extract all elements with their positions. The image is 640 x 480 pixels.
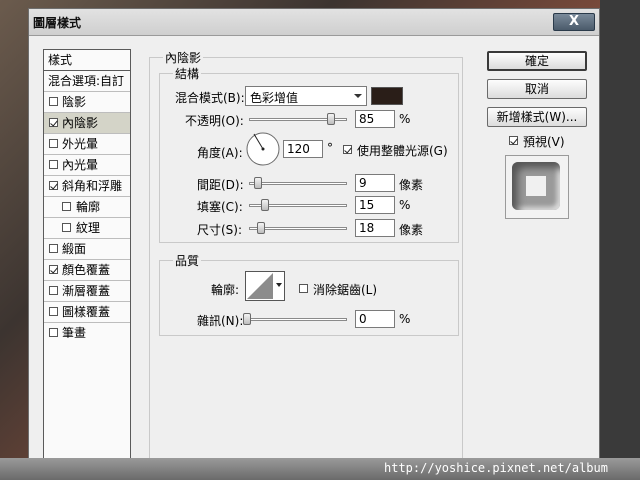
style-item-label: 內陰影	[62, 116, 99, 130]
noise-slider-thumb[interactable]	[243, 313, 251, 325]
style-item-stroke[interactable]: 筆畫	[44, 323, 130, 344]
blend-mode-value: 色彩增值	[250, 91, 299, 105]
cancel-button[interactable]: 取消	[487, 79, 587, 99]
size-input[interactable]: 18	[355, 219, 395, 237]
style-item-pattern-overlay[interactable]: 圖樣覆蓋	[44, 302, 130, 323]
style-item-gradient-overlay[interactable]: 漸層覆蓋	[44, 281, 130, 302]
style-item-outer-glow[interactable]: 外光暈	[44, 134, 130, 155]
styles-list: 樣式 混合選項:自訂 陰影 內陰影 外光暈 內光暈 斜角和浮雕 輪廓 紋理 緞面…	[43, 49, 131, 463]
preview-checkbox[interactable]	[509, 136, 518, 145]
distance-slider-track[interactable]	[249, 182, 347, 185]
contour-label: 輪廓:	[211, 283, 240, 297]
style-item-label: 陰影	[62, 95, 87, 109]
angle-dial[interactable]	[245, 131, 281, 167]
chevron-down-icon	[354, 94, 362, 98]
choke-unit: %	[399, 198, 411, 212]
section-title: 內陰影	[163, 49, 204, 66]
style-item-texture[interactable]: 紋理	[44, 218, 130, 239]
style-item-label: 紋理	[76, 221, 101, 235]
distance-label: 間距(D):	[197, 178, 244, 192]
style-item-color-overlay[interactable]: 顏色覆蓋	[44, 260, 130, 281]
angle-label: 角度(A):	[197, 146, 243, 160]
checkbox[interactable]	[49, 286, 58, 295]
style-preview	[505, 155, 569, 219]
style-item-label: 圖樣覆蓋	[62, 305, 111, 319]
style-item-label: 外光暈	[62, 137, 99, 151]
opacity-input[interactable]: 85	[355, 110, 395, 128]
quality-title: 品質	[173, 252, 202, 269]
contour-curve-icon	[247, 273, 273, 299]
distance-input[interactable]: 9	[355, 174, 395, 192]
preview-inner	[526, 176, 546, 196]
style-item-label: 顏色覆蓋	[62, 263, 111, 277]
opacity-unit: %	[399, 112, 411, 126]
styles-header[interactable]: 樣式	[44, 50, 130, 71]
ok-button[interactable]: 確定	[487, 51, 587, 71]
checkbox[interactable]	[49, 328, 58, 337]
title-bar[interactable]: 圖層樣式 X	[29, 9, 599, 36]
distance-slider-thumb[interactable]	[254, 177, 262, 189]
style-item-label: 斜角和浮雕	[62, 179, 123, 193]
checkbox[interactable]	[62, 223, 71, 232]
background-panel	[600, 0, 640, 480]
global-light-label[interactable]: 使用整體光源(G)	[357, 142, 448, 159]
noise-label: 雜訊(N):	[197, 314, 244, 328]
chevron-down-icon	[276, 283, 282, 287]
contour-picker[interactable]	[245, 271, 285, 301]
blend-mode-label: 混合模式(B):	[175, 91, 245, 105]
noise-unit: %	[399, 312, 411, 326]
style-item-label: 緞面	[62, 242, 87, 256]
distance-unit: 像素	[399, 178, 424, 192]
style-item-contour[interactable]: 輪廓	[44, 197, 130, 218]
style-item-satin[interactable]: 緞面	[44, 239, 130, 260]
checkbox[interactable]	[49, 118, 58, 127]
checkbox[interactable]	[49, 265, 58, 274]
checkbox[interactable]	[62, 202, 71, 211]
angle-unit: °	[327, 141, 333, 155]
style-item-drop-shadow[interactable]: 陰影	[44, 92, 130, 113]
shadow-color-swatch[interactable]	[371, 87, 403, 105]
blend-mode-select[interactable]: 色彩增值	[245, 86, 367, 106]
choke-label: 填塞(C):	[197, 200, 243, 214]
style-item-label: 漸層覆蓋	[62, 284, 111, 298]
checkbox[interactable]	[49, 97, 58, 106]
blend-options-item[interactable]: 混合選項:自訂	[44, 71, 130, 92]
size-slider-thumb[interactable]	[257, 222, 265, 234]
noise-input[interactable]: 0	[355, 310, 395, 328]
dialog-title: 圖層樣式	[33, 16, 82, 30]
checkbox[interactable]	[49, 160, 58, 169]
opacity-label: 不透明(O):	[185, 114, 244, 128]
preview-label[interactable]: 預視(V)	[523, 133, 565, 150]
new-style-button[interactable]: 新增樣式(W)...	[487, 107, 587, 127]
checkbox[interactable]	[49, 139, 58, 148]
layer-style-dialog: 圖層樣式 X 樣式 混合選項:自訂 陰影 內陰影 外光暈 內光暈 斜角和浮雕 輪…	[28, 8, 600, 480]
style-item-bevel-emboss[interactable]: 斜角和浮雕	[44, 176, 130, 197]
structure-title: 結構	[173, 65, 202, 82]
style-item-label: 輪廓	[76, 200, 101, 214]
size-label: 尺寸(S):	[197, 223, 243, 237]
antialias-checkbox[interactable]	[299, 284, 308, 293]
noise-slider-track[interactable]	[243, 318, 347, 321]
antialias-label[interactable]: 消除鋸齒(L)	[313, 281, 377, 298]
style-item-label: 筆畫	[62, 326, 87, 340]
checkbox[interactable]	[49, 307, 58, 316]
style-item-inner-shadow[interactable]: 內陰影	[44, 113, 130, 134]
style-item-inner-glow[interactable]: 內光暈	[44, 155, 130, 176]
opacity-slider-thumb[interactable]	[327, 113, 335, 125]
choke-slider-thumb[interactable]	[261, 199, 269, 211]
checkbox[interactable]	[49, 181, 58, 190]
size-unit: 像素	[399, 223, 424, 237]
angle-input[interactable]: 120	[283, 140, 323, 158]
close-button[interactable]: X	[553, 13, 595, 31]
checkbox[interactable]	[49, 244, 58, 253]
global-light-checkbox[interactable]	[343, 145, 352, 154]
choke-input[interactable]: 15	[355, 196, 395, 214]
style-item-label: 內光暈	[62, 158, 99, 172]
watermark-text: http://yoshice.pixnet.net/album	[384, 461, 608, 475]
